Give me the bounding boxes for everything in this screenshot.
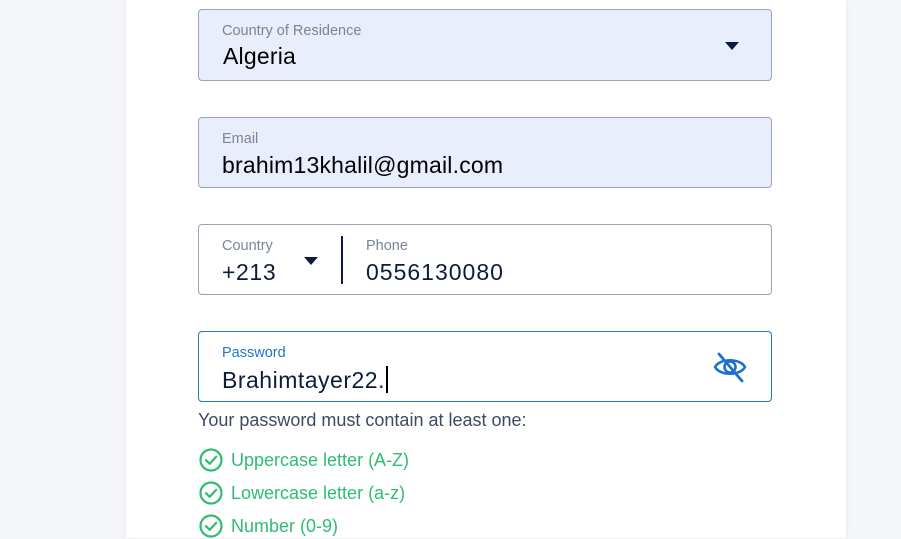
country-of-residence-label: Country of Residence bbox=[222, 23, 362, 39]
password-value: Brahimtayer22. bbox=[222, 367, 385, 393]
requirement-label: Uppercase letter (A-Z) bbox=[231, 449, 410, 470]
phone-country-label: Country bbox=[222, 238, 273, 254]
requirement-label: Lowercase letter (a-z) bbox=[231, 482, 406, 503]
phone-field-group: Country +213 Phone 0556130080 bbox=[198, 224, 772, 295]
requirement-lowercase: Lowercase letter (a-z) bbox=[198, 480, 405, 506]
phone-value: 0556130080 bbox=[366, 259, 504, 285]
chevron-down-icon[interactable] bbox=[304, 257, 318, 265]
phone-country-select[interactable]: Country +213 bbox=[199, 225, 341, 294]
email-value: brahim13khalil@gmail.com bbox=[222, 152, 504, 178]
requirement-uppercase: Uppercase letter (A-Z) bbox=[198, 447, 409, 473]
email-label: Email bbox=[222, 131, 259, 147]
phone-label: Phone bbox=[366, 238, 408, 254]
requirement-number: Number (0-9) bbox=[198, 513, 338, 539]
password-label: Password bbox=[222, 345, 286, 361]
text-cursor bbox=[385, 366, 388, 393]
requirement-label: Number (0-9) bbox=[231, 515, 339, 536]
email-field[interactable]: Email brahim13khalil@gmail.com bbox=[198, 117, 772, 188]
password-value-wrap: Brahimtayer22. bbox=[222, 366, 388, 394]
phone-input[interactable]: Phone 0556130080 bbox=[343, 225, 771, 294]
chevron-down-icon[interactable] bbox=[725, 42, 739, 50]
check-circle-icon bbox=[199, 481, 223, 505]
check-circle-icon bbox=[199, 514, 223, 538]
country-of-residence-select[interactable]: Country of Residence Algeria bbox=[198, 9, 772, 81]
country-of-residence-value: Algeria bbox=[223, 43, 296, 69]
password-requirements-intro: Your password must contain at least one: bbox=[198, 410, 527, 430]
eye-slash-icon[interactable] bbox=[713, 350, 747, 384]
password-field[interactable]: Password Brahimtayer22. bbox=[198, 331, 772, 402]
phone-country-value: +213 bbox=[222, 259, 277, 285]
check-circle-icon bbox=[199, 448, 223, 472]
